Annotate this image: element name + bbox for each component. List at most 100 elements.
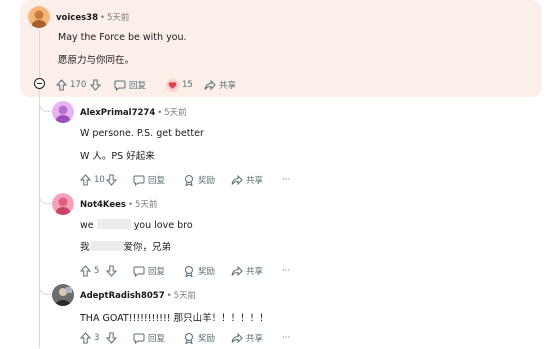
comment-text-line: W persone. P.S. get better <box>80 128 204 139</box>
author-name[interactable]: voices38 <box>56 13 98 23</box>
share-icon <box>204 79 216 91</box>
timestamp: 5天前 <box>164 108 187 118</box>
comment-text-line: 我 爱你，兄弟 <box>80 239 171 253</box>
more-icon: ··· <box>282 333 291 343</box>
avatar-icon <box>52 193 74 215</box>
comment-text-line: we you love bro <box>80 219 193 231</box>
reply-action-bar: 3 回复 奖励 共享 ··· <box>80 331 380 345</box>
share-icon <box>231 332 243 344</box>
separator-dot: • <box>100 13 106 23</box>
reply-button[interactable]: 回复 <box>133 173 165 187</box>
reply-action-bar: 5 回复 奖励 共享 ··· <box>80 264 380 278</box>
avatar-alexprimal7274[interactable] <box>52 101 74 123</box>
award-label: 奖励 <box>198 176 216 186</box>
author-name[interactable]: Not4Kees <box>80 200 126 210</box>
collapse-thread-button[interactable] <box>34 78 45 89</box>
award-button[interactable]: 奖励 <box>183 331 215 345</box>
avatar-icon <box>52 101 74 123</box>
comment-icon <box>114 80 126 91</box>
avatar-adeptradish8057[interactable] <box>52 284 74 306</box>
upvote-icon <box>80 265 91 277</box>
redacted-block <box>89 241 124 251</box>
vote-count: 3 <box>94 333 100 343</box>
separator-dot: • <box>157 108 163 118</box>
award-label: 奖励 <box>198 267 216 277</box>
text-segment: 我 <box>80 242 90 253</box>
reply-label: 回复 <box>148 267 166 277</box>
thread-connector <box>39 283 51 295</box>
share-button[interactable]: 共享 <box>231 331 263 345</box>
award-button[interactable]: 15 <box>163 78 193 92</box>
reply-button[interactable]: 回复 <box>114 78 146 92</box>
downvote-icon <box>90 79 101 91</box>
separator-dot: • <box>127 200 133 210</box>
award-icon <box>185 266 193 277</box>
reply-author-row: AdeptRadish8057 • 5天前 <box>80 289 196 301</box>
upvote-button[interactable]: 3 <box>80 331 99 345</box>
reply-author-row: AlexPrimal7274 • 5天前 <box>80 106 187 118</box>
reply-button[interactable]: 回复 <box>133 264 165 278</box>
downvote-button[interactable] <box>90 78 101 92</box>
award-button[interactable]: 奖励 <box>183 173 215 187</box>
share-label: 共享 <box>246 176 264 186</box>
thread-connector <box>39 192 51 204</box>
award-label: 奖励 <box>198 334 216 344</box>
upvote-button[interactable]: 10 <box>80 173 105 187</box>
comment-text-line: May the Force be with you. <box>58 32 187 43</box>
reply-action-bar: 10 回复 奖励 共享 ··· <box>80 173 380 187</box>
text-segment: we <box>80 220 94 231</box>
upvote-button[interactable]: 5 <box>80 264 99 278</box>
share-button[interactable]: 共享 <box>231 173 263 187</box>
upvote-icon <box>80 174 91 186</box>
more-options-button[interactable]: ··· <box>279 331 290 345</box>
award-icon <box>185 175 193 186</box>
reply-button[interactable]: 回复 <box>133 331 165 345</box>
more-options-button[interactable]: ··· <box>279 173 290 187</box>
text-segment: 爱你，兄弟 <box>123 242 172 253</box>
comment-text-line: 愿原力与你同在。 <box>58 55 135 66</box>
text-segment: you love bro <box>133 220 193 231</box>
downvote-button[interactable] <box>106 331 117 345</box>
reply-label: 回复 <box>148 334 166 344</box>
reply-label: 回复 <box>148 176 166 186</box>
redacted-block <box>96 219 131 229</box>
upvote-button[interactable]: 170 <box>56 78 86 92</box>
reply-label: 回复 <box>129 81 147 91</box>
timestamp: 5天前 <box>134 200 158 210</box>
root-action-bar: 170 回复 15 共享 <box>56 78 356 92</box>
vote-count: 10 <box>94 175 105 185</box>
comment-icon <box>133 175 145 186</box>
thread-connector <box>39 100 51 112</box>
root-author-row: voices38 • 5天前 <box>56 11 129 23</box>
more-icon: ··· <box>282 266 291 276</box>
reply-author-row: Not4Kees • 5天前 <box>80 198 157 210</box>
share-button[interactable]: 共享 <box>231 264 263 278</box>
avatar-photo-icon <box>52 284 74 306</box>
comment-icon <box>133 266 145 277</box>
avatar-icon <box>28 6 50 28</box>
more-icon: ··· <box>282 175 291 185</box>
comment-icon <box>133 333 145 344</box>
award-count: 15 <box>182 80 193 90</box>
author-name[interactable]: AdeptRadish8057 <box>80 291 165 301</box>
downvote-button[interactable] <box>106 173 117 187</box>
upvote-icon <box>80 332 91 344</box>
avatar-not4kees[interactable] <box>52 193 74 215</box>
timestamp: 5天前 <box>173 291 197 301</box>
upvote-icon <box>56 79 67 91</box>
award-badge-icon <box>166 78 179 92</box>
share-label: 共享 <box>219 81 237 91</box>
downvote-button[interactable] <box>106 264 117 278</box>
award-icon <box>185 333 193 344</box>
comment-text-line: THA GOAT!!!!!!!!!!! 那只山羊！！！！！！ <box>80 313 269 324</box>
vote-count: 5 <box>94 266 100 276</box>
share-icon <box>231 265 243 277</box>
separator-dot: • <box>166 291 172 301</box>
share-button[interactable]: 共享 <box>204 78 236 92</box>
avatar-voices38[interactable] <box>28 6 50 28</box>
timestamp: 5天前 <box>107 13 130 23</box>
share-label: 共享 <box>246 267 264 277</box>
award-button[interactable]: 奖励 <box>183 264 215 278</box>
more-options-button[interactable]: ··· <box>279 264 290 278</box>
author-name[interactable]: AlexPrimal7274 <box>80 108 155 118</box>
